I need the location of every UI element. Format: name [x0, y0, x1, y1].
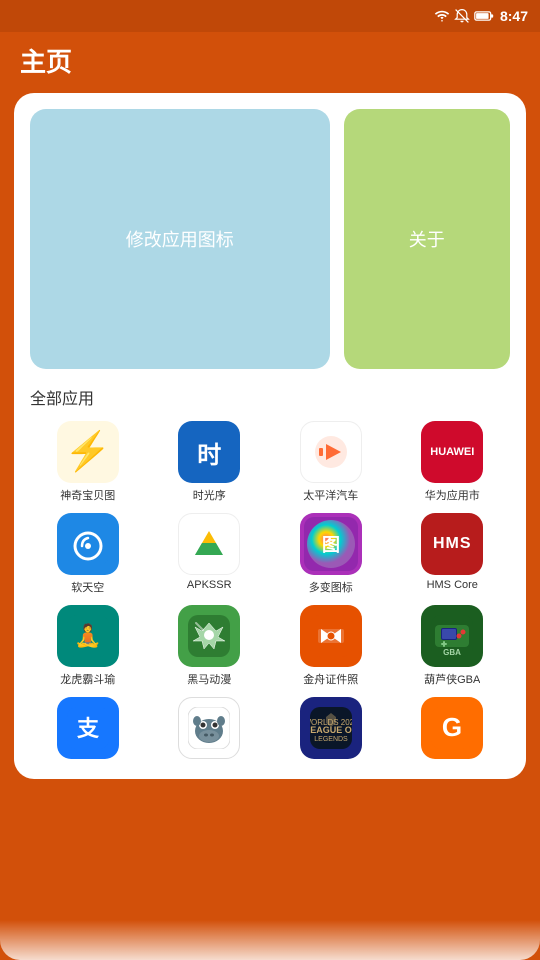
- app-label-apkssr: APKSSR: [187, 579, 232, 591]
- section-title: 全部应用: [30, 385, 510, 409]
- app-icon-huawei: HUAWEI: [421, 421, 483, 483]
- notification-icon: [454, 8, 470, 24]
- status-bar: 8:47: [0, 0, 540, 32]
- app-label-longhu: 龙虎霸斗瑜: [60, 671, 115, 687]
- app-icon-pikachu: ⚡: [57, 421, 119, 483]
- app-icon-hmscore: HMS: [421, 513, 483, 575]
- app-icon-taiping: [300, 421, 362, 483]
- app-item-apkssr[interactable]: APKSSR: [152, 513, 268, 595]
- app-icon-jinshe: [300, 605, 362, 667]
- app-item-lol[interactable]: LEAGUE OF LEGENDS WORLDS 2021: [273, 697, 389, 763]
- app-label-ruantian: 软天空: [71, 579, 104, 595]
- app-item-zhifubao[interactable]: 支: [30, 697, 146, 763]
- svg-text:GBA: GBA: [443, 648, 461, 657]
- app-label-duobian: 多变图标: [309, 579, 353, 595]
- app-icon-hippo: [178, 697, 240, 759]
- svg-text:LEGENDS: LEGENDS: [314, 736, 348, 743]
- page-title: 主页: [20, 47, 72, 77]
- app-label-heima: 黑马动漫: [187, 671, 231, 687]
- app-label-shiguang: 时光序: [193, 487, 226, 503]
- app-icon-shiguang: 时: [178, 421, 240, 483]
- app-item-hippo[interactable]: [152, 697, 268, 763]
- app-item-grammarly[interactable]: G: [395, 697, 511, 763]
- app-label-jinshe: 金舟证件照: [303, 671, 358, 687]
- scroll-fade: [0, 920, 540, 960]
- app-icon-lol: LEAGUE OF LEGENDS WORLDS 2021: [300, 697, 362, 759]
- battery-icon: [474, 9, 494, 23]
- app-icon-ruantian: [57, 513, 119, 575]
- app-label-huawei: 华为应用市: [425, 487, 480, 503]
- app-icon-duobian: 图: [300, 513, 362, 575]
- wifi-icon: [434, 9, 450, 23]
- app-item-pikachu[interactable]: ⚡ 神奇宝贝图: [30, 421, 146, 503]
- app-item-hmscore[interactable]: HMS HMS Core: [395, 513, 511, 595]
- app-grid: ⚡ 神奇宝贝图 时 时光序 太平洋汽车 HUAWEI: [30, 421, 510, 763]
- status-icons: [434, 8, 494, 24]
- app-label-hmscore: HMS Core: [427, 579, 478, 591]
- main-card: 修改应用图标 关于 全部应用 ⚡ 神奇宝贝图 时 时光序: [14, 93, 526, 779]
- app-icon-apkssr: [178, 513, 240, 575]
- app-label-taiping: 太平洋汽车: [303, 487, 358, 503]
- app-item-longhu[interactable]: 🧘 龙虎霸斗瑜: [30, 605, 146, 687]
- app-label-hulusi: 葫芦侠GBA: [424, 671, 480, 687]
- app-item-jinshe[interactable]: 金舟证件照: [273, 605, 389, 687]
- svg-text:🧘: 🧘: [74, 623, 101, 648]
- top-buttons-row: 修改应用图标 关于: [30, 109, 510, 369]
- app-icon-heima: [178, 605, 240, 667]
- app-icon-hulusi: GBA: [421, 605, 483, 667]
- app-icon-zhifubao: 支: [57, 697, 119, 759]
- svg-text:图: 图: [322, 535, 340, 555]
- about-button[interactable]: 关于: [344, 109, 510, 369]
- app-item-shiguang[interactable]: 时 时光序: [152, 421, 268, 503]
- app-label-pikachu: 神奇宝贝图: [60, 487, 115, 503]
- app-item-ruantian[interactable]: 软天空: [30, 513, 146, 595]
- app-icon-grammarly: G: [421, 697, 483, 759]
- time-display: 8:47: [500, 8, 528, 24]
- app-item-taiping[interactable]: 太平洋汽车: [273, 421, 389, 503]
- svg-text:支: 支: [77, 716, 100, 741]
- svg-text:G: G: [442, 712, 462, 742]
- app-icon-longhu: 🧘: [57, 605, 119, 667]
- app-item-hulusi[interactable]: GBA 葫芦侠GBA: [395, 605, 511, 687]
- app-item-duobian[interactable]: 图 多变图标: [273, 513, 389, 595]
- page-header: 主页: [0, 32, 540, 93]
- app-item-huawei[interactable]: HUAWEI 华为应用市: [395, 421, 511, 503]
- modify-icon-button[interactable]: 修改应用图标: [30, 109, 330, 369]
- app-item-heima[interactable]: 黑马动漫: [152, 605, 268, 687]
